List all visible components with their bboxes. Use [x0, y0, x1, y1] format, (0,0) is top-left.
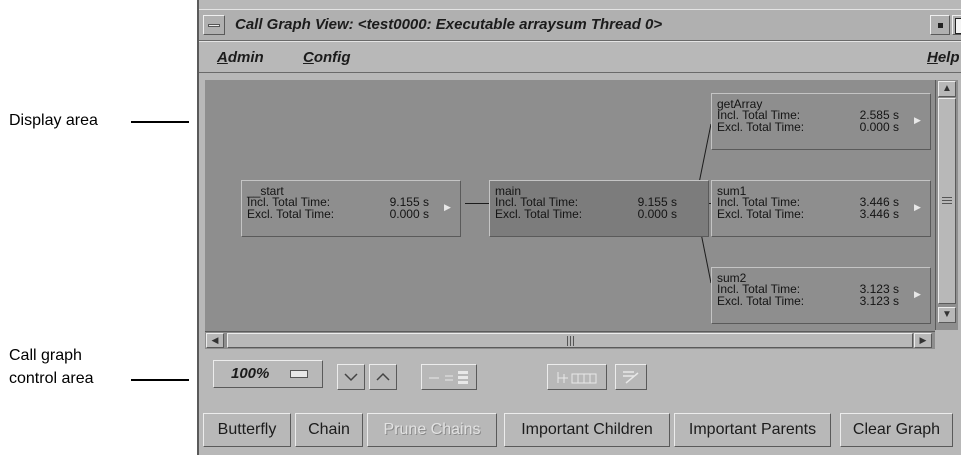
expand-arrow-icon[interactable]: ▶	[914, 202, 921, 213]
important-children-button[interactable]: Important Children	[504, 413, 670, 447]
realign-icon	[557, 372, 597, 384]
important-parents-button[interactable]: Important Parents	[674, 413, 831, 447]
horizontal-scrollbar[interactable]: ◀ ▶	[205, 331, 935, 349]
excl-value: 3.123 s	[859, 294, 899, 308]
window-menu-icon[interactable]	[203, 15, 225, 35]
grip-line	[942, 203, 952, 204]
scroll-left-icon[interactable]: ◀	[206, 333, 224, 348]
butterfly-button[interactable]: Butterfly	[203, 413, 291, 447]
zoom-value: 100%	[231, 365, 270, 382]
display-area-leader-line	[131, 121, 189, 123]
vertical-scroll-thumb[interactable]	[938, 98, 956, 304]
excl-label: Excl. Total Time:	[247, 207, 335, 221]
zoom-out-button[interactable]	[337, 364, 365, 390]
expand-arrow-icon[interactable]: ▶	[914, 289, 921, 300]
grip-line	[942, 197, 952, 198]
realign-graph-button[interactable]	[547, 364, 607, 390]
menu-help[interactable]: Help	[927, 49, 960, 66]
bottom-button-bar: Butterfly Chain Prune Chains Important C…	[199, 403, 961, 455]
call-graph-display-area[interactable]: __start Incl. Total Time: 9.155 s Excl. …	[205, 80, 935, 331]
overview-icon	[429, 371, 468, 384]
node-getarray[interactable]: getArray Incl. Total Time: 2.585 s Excl.…	[711, 93, 931, 150]
node-sum1[interactable]: sum1 Incl. Total Time: 3.446 s Excl. Tot…	[711, 180, 931, 237]
overview-button[interactable]	[421, 364, 477, 390]
excl-label: Excl. Total Time:	[717, 294, 805, 308]
grip-line	[573, 336, 574, 346]
display-area-callout: Display area	[9, 112, 98, 129]
title-bar: Call Graph View: <test0000: Executable a…	[199, 9, 961, 41]
call-graph-window: Call Graph View: <test0000: Executable a…	[197, 0, 961, 455]
grip-line	[570, 336, 571, 346]
scroll-down-icon[interactable]: ▼	[938, 307, 956, 323]
excl-value: 3.446 s	[859, 207, 899, 221]
minimize-icon[interactable]	[930, 15, 950, 35]
control-area-leader-line	[131, 379, 189, 381]
option-menu-indicator-icon	[290, 370, 308, 378]
chevron-down-icon	[344, 373, 358, 382]
control-area-callout-line2: control area	[9, 370, 94, 387]
node-main[interactable]: main Incl. Total Time: 9.155 s Excl. Tot…	[489, 180, 709, 237]
window-title: Call Graph View: <test0000: Executable a…	[235, 16, 663, 33]
clear-graph-button[interactable]: Clear Graph	[840, 413, 953, 447]
zoom-menu[interactable]: 100%	[213, 360, 323, 388]
menu-bar: Admin Config Help	[199, 41, 961, 73]
menu-admin[interactable]: Admin	[217, 49, 264, 66]
prune-chains-button[interactable]: Prune Chains	[367, 413, 497, 447]
excl-value: 0.000 s	[637, 207, 677, 221]
chevron-up-icon	[376, 372, 390, 381]
zoom-in-button[interactable]	[369, 364, 397, 390]
excl-label: Excl. Total Time:	[717, 207, 805, 221]
grip-line	[942, 200, 952, 201]
grip-line	[567, 336, 568, 346]
control-area-callout-line1: Call graph	[9, 347, 82, 364]
menu-config[interactable]: Config	[303, 49, 351, 66]
node-sum2[interactable]: sum2 Incl. Total Time: 3.123 s Excl. Tot…	[711, 267, 931, 324]
excl-value: 0.000 s	[859, 120, 899, 134]
excl-label: Excl. Total Time:	[495, 207, 583, 221]
expand-arrow-icon[interactable]: ▶	[444, 202, 451, 213]
vertical-scrollbar[interactable]: ▲ ▼	[935, 80, 958, 330]
chain-button[interactable]: Chain	[295, 413, 363, 447]
horizontal-scroll-thumb[interactable]	[227, 333, 913, 348]
excl-label: Excl. Total Time:	[717, 120, 805, 134]
maximize-icon[interactable]	[952, 15, 961, 35]
rotate-graph-button[interactable]	[615, 364, 647, 390]
edge-start-main	[465, 203, 489, 204]
excl-value: 0.000 s	[389, 207, 429, 221]
scroll-corner	[935, 331, 958, 349]
call-graph-control-area: 100%	[203, 352, 961, 400]
scroll-up-icon[interactable]: ▲	[938, 81, 956, 97]
expand-arrow-icon[interactable]: ▶	[914, 115, 921, 126]
node-start[interactable]: __start Incl. Total Time: 9.155 s Excl. …	[241, 180, 461, 237]
scroll-right-icon[interactable]: ▶	[914, 333, 932, 348]
rotate-icon	[623, 371, 639, 384]
